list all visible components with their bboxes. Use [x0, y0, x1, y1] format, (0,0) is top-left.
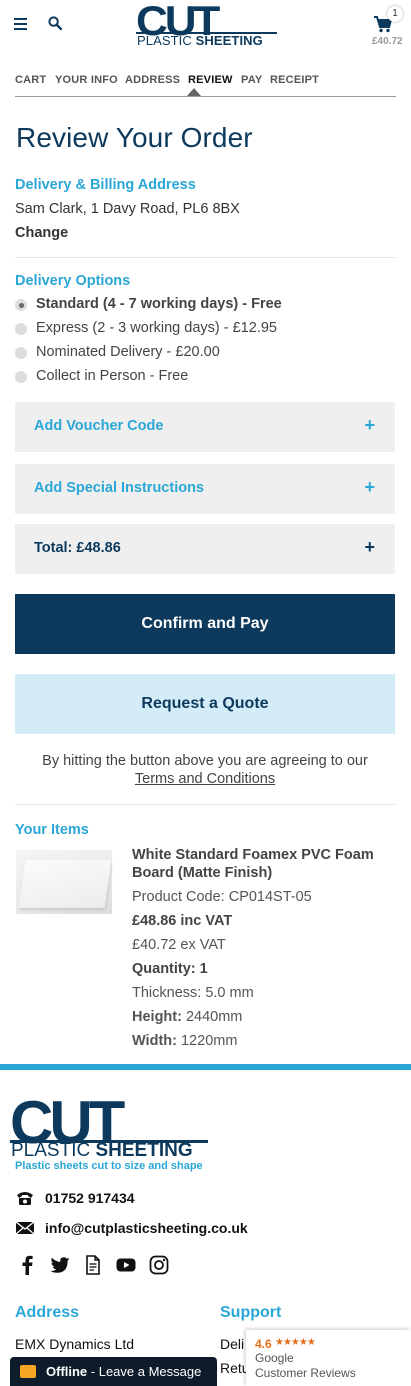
active-step-indicator [187, 88, 201, 96]
height-label: Height: [132, 1009, 182, 1025]
chat-status: Offline [46, 1364, 88, 1379]
order-total-accordion[interactable]: Total: £48.86 + [15, 524, 395, 574]
terms-and-conditions-link[interactable]: Terms and Conditions [135, 771, 275, 787]
product-name-line-2[interactable]: Board (Matte Finish) [132, 865, 272, 881]
product-thickness: Thickness: 5.0 mm [132, 985, 254, 1001]
google-customer-reviews: Customer Reviews [255, 1366, 356, 1380]
footer-logo-subtitle: PLASTIC SHEETING [11, 1140, 193, 1162]
expand-plus-icon[interactable]: + [364, 477, 375, 498]
footer-tagline: Plastic sheets cut to size and shape [15, 1160, 203, 1172]
address-value: Sam Clark, 1 Davy Road, PL6 8BX [15, 201, 240, 217]
email-address[interactable]: info@cutplasticsheeting.co.uk [45, 1220, 248, 1236]
phone-icon [17, 1192, 33, 1205]
envelope-icon [15, 1221, 35, 1235]
address-heading: Delivery & Billing Address [15, 177, 196, 193]
chat-status-label: Offline - Leave a Message [46, 1364, 201, 1379]
product-thumbnail[interactable] [16, 850, 112, 914]
step-review[interactable]: REVIEW [188, 74, 233, 86]
product-height: Height: 2440mm [132, 1009, 242, 1025]
expand-plus-icon[interactable]: + [364, 415, 375, 436]
radio-unselected-icon[interactable] [15, 347, 27, 359]
delivery-option-label: Express (2 - 3 working days) - £12.95 [36, 320, 277, 336]
logo-subtitle-bold: SHEETING [195, 33, 263, 48]
live-chat-widget[interactable]: Offline - Leave a Message [10, 1357, 217, 1386]
radio-unselected-icon[interactable] [15, 323, 27, 335]
cart-count-badge[interactable]: 1 [387, 6, 403, 22]
your-items-heading: Your Items [15, 822, 89, 838]
width-value: 1220mm [176, 1033, 238, 1049]
special-instructions-label: Add Special Instructions [34, 480, 204, 496]
google-name: Google [255, 1351, 294, 1365]
facebook-icon[interactable] [18, 1255, 38, 1275]
expand-plus-icon[interactable]: + [364, 537, 375, 558]
delivery-option-label: Nominated Delivery - £20.00 [36, 344, 220, 360]
order-total-label: Total: £48.86 [34, 540, 121, 556]
delivery-options-heading: Delivery Options [15, 273, 131, 289]
confirm-and-pay-button[interactable]: Confirm and Pay [15, 594, 395, 654]
change-address-link[interactable]: Change [15, 225, 68, 241]
hamburger-menu-icon[interactable] [14, 18, 27, 30]
step-pay[interactable]: PAY [241, 74, 262, 86]
logo-subtitle-light: PLASTIC [137, 33, 196, 48]
footer-logo-subtitle-bold: SHEETING [95, 1140, 193, 1161]
rating-stars-icon: ★★★★★ [275, 1337, 316, 1348]
site-logo[interactable]: CUT PLASTIC SHEETING [136, 0, 278, 48]
document-icon[interactable] [83, 1255, 103, 1275]
footer-support-link[interactable]: Deli [220, 1336, 244, 1352]
product-code: Product Code: CP014ST-05 [132, 889, 312, 905]
divider [15, 257, 395, 258]
logo-subtitle: PLASTIC SHEETING [137, 33, 263, 48]
radio-selected-icon[interactable] [15, 299, 27, 311]
phone-number[interactable]: 01752 917434 [45, 1190, 135, 1206]
step-address[interactable]: ADDRESS [125, 74, 180, 86]
terms-agreement-text: By hitting the button above you are agre… [42, 753, 368, 769]
step-cart[interactable]: CART [15, 74, 46, 86]
footer-address-heading: Address [15, 1304, 80, 1321]
header: CUT PLASTIC SHEETING 1 £40.72 [0, 0, 411, 58]
voucher-code-accordion[interactable]: Add Voucher Code + [15, 402, 395, 452]
product-name-line-1[interactable]: White Standard Foamex PVC Foam [132, 847, 374, 863]
product-width: Width: 1220mm [132, 1033, 237, 1049]
product-quantity: Quantity: 1 [132, 961, 208, 977]
height-value: 2440mm [181, 1009, 243, 1025]
voucher-code-label: Add Voucher Code [34, 418, 164, 434]
footer-company-name: EMX Dynamics Ltd [15, 1336, 135, 1352]
request-quote-button[interactable]: Request a Quote [15, 674, 395, 734]
width-label: Width: [132, 1033, 177, 1049]
step-receipt[interactable]: RECEIPT [270, 74, 319, 86]
special-instructions-accordion[interactable]: Add Special Instructions + [15, 464, 395, 514]
cart-total[interactable]: £40.72 [372, 36, 403, 47]
terms-agreement: By hitting the button above you are agre… [15, 752, 395, 788]
price-inc-vat: £48.86 inc VAT [132, 913, 233, 929]
google-rating-score: 4.6 [255, 1337, 272, 1351]
twitter-icon[interactable] [50, 1255, 70, 1275]
delivery-option-label: Collect in Person - Free [36, 368, 189, 384]
page-title: Review Your Order [16, 122, 253, 153]
step-your-info[interactable]: YOUR INFO [55, 74, 118, 86]
youtube-icon[interactable] [116, 1255, 136, 1275]
footer-top-bar [0, 1064, 411, 1070]
radio-unselected-icon[interactable] [15, 371, 27, 383]
chat-mail-icon [20, 1365, 36, 1378]
google-reviews-badge[interactable]: 4.6 ★★★★★ Google Customer Reviews [246, 1330, 411, 1386]
delivery-option-label: Standard (4 - 7 working days) - Free [36, 296, 282, 312]
checkout-steps: CART YOUR INFO ADDRESS REVIEW PAY RECEIP… [15, 73, 396, 97]
footer-logo[interactable]: CUT PLASTIC SHEETING [10, 1093, 210, 1161]
instagram-icon[interactable] [149, 1255, 169, 1275]
footer-logo-subtitle-light: PLASTIC [11, 1140, 96, 1161]
footer-support-heading: Support [220, 1304, 282, 1321]
chat-message: - Leave a Message [87, 1364, 202, 1379]
search-icon[interactable] [48, 16, 62, 30]
price-ex-vat: £40.72 ex VAT [132, 937, 226, 953]
divider [15, 804, 395, 805]
